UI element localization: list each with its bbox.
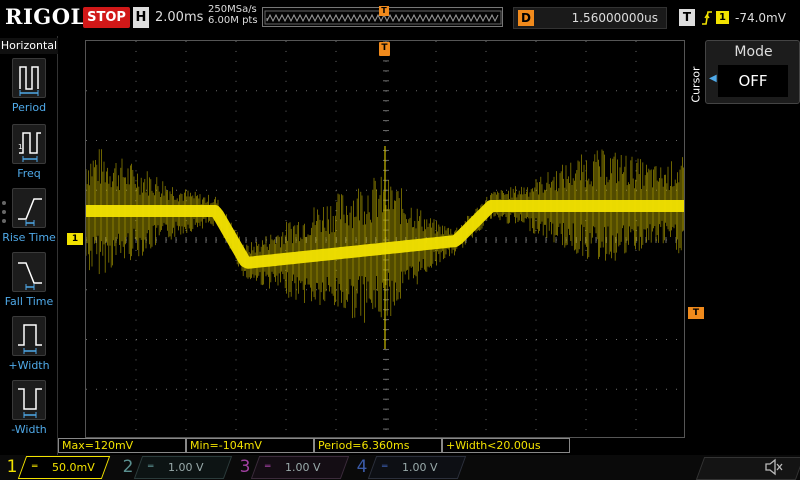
trigger-level-marker[interactable]: T (688, 307, 704, 319)
measurement-pos-width: +Width<20.00us (442, 438, 570, 453)
dc-coupling-icon: ═ (148, 462, 154, 472)
measurement-min: Min=-104mV (186, 438, 314, 453)
rise-time-icon (12, 188, 46, 228)
dc-coupling-icon: ═ (265, 462, 271, 472)
memory-depth: 6.00M pts (208, 15, 258, 26)
delay-prefix: D (518, 10, 534, 26)
trigger-level-value: -74.0mV (735, 11, 786, 25)
measure-freq-label: Freq (17, 167, 41, 180)
channel-3-scale: 1.00 V (285, 461, 321, 474)
cursor-menu-title: Cursor (690, 38, 704, 138)
measure-neg-width-button[interactable]: -Width (0, 380, 58, 444)
menu-title: Horizontal (0, 38, 58, 54)
channel-2-status[interactable]: 2 ═ 1.00 V (116, 455, 233, 480)
sample-rate: 250MSa/s (208, 4, 257, 15)
rising-edge-icon (701, 9, 713, 27)
dc-coupling-icon: ═ (382, 462, 388, 472)
delay-value: 1.56000000us (571, 11, 658, 25)
channel-4-scale: 1.00 V (402, 461, 438, 474)
speaker-mute-icon[interactable] (764, 456, 784, 478)
waveform-display[interactable] (85, 40, 685, 438)
measure-period-button[interactable]: Period (0, 58, 58, 122)
channel-1-status[interactable]: 1 ═ 50.0mV (0, 455, 112, 480)
channel-4-status[interactable]: 4 ═ 1.00 V (350, 455, 467, 480)
ch1-offset-marker[interactable]: 1 (67, 233, 83, 245)
dc-coupling-icon: ═ (32, 462, 38, 472)
measurement-results-bar: Max=120mV Min=-104mV Period=6.360ms +Wid… (58, 438, 800, 454)
measure-period-label: Period (11, 101, 47, 114)
measure-rise-time-label: Rise Time (2, 231, 56, 244)
neg-width-icon (12, 380, 46, 420)
utility-status-area (695, 457, 800, 480)
measure-fall-time-label: Fall Time (4, 295, 54, 308)
measurement-period: Period=6.360ms (314, 438, 442, 453)
measure-pos-width-button[interactable]: +Width (0, 316, 58, 380)
cursor-menu-title-text: Cursor (689, 66, 703, 103)
cursor-mode-label: Mode (734, 44, 773, 60)
measure-freq-button[interactable]: 1 Freq (0, 124, 58, 188)
measure-menu: Horizontal Period 1 Freq Rise Time Fall … (0, 36, 58, 456)
run-stop-button[interactable]: STOP (83, 7, 130, 28)
trigger-position-indicator: T (379, 6, 389, 16)
cursor-mode-button[interactable]: Mode ◀ OFF (705, 40, 800, 104)
fall-time-icon (12, 252, 46, 292)
measure-neg-width-label: -Width (11, 423, 47, 436)
svg-text:1: 1 (18, 143, 22, 151)
select-arrow-icon: ◀ (709, 73, 717, 84)
trigger-prefix: T (679, 9, 695, 26)
brand-logo: RIGOL (5, 4, 86, 29)
channel-3-status[interactable]: 3 ═ 1.00 V (233, 455, 350, 480)
timebase-value: 2.00ms (155, 10, 204, 25)
channel-1-scale: 50.0mV (52, 461, 95, 474)
period-icon (12, 58, 46, 98)
freq-icon: 1 (12, 124, 46, 164)
measure-pos-width-label: +Width (8, 359, 50, 372)
trigger-position-marker[interactable]: T (379, 42, 390, 56)
horizontal-delay-display[interactable]: D 1.56000000us (513, 7, 667, 29)
measure-rise-time-button[interactable]: Rise Time (0, 188, 58, 252)
pos-width-icon (12, 316, 46, 356)
trigger-source-badge: 1 (716, 11, 729, 24)
memory-overview-bar: T (262, 6, 503, 27)
channel-status-bar: 1 ═ 50.0mV 2 ═ 1.00 V 3 ═ 1.00 V 4 ═ 1.0… (0, 455, 800, 480)
trigger-status-display[interactable]: T 1 -74.0mV (677, 7, 797, 29)
measure-fall-time-button[interactable]: Fall Time (0, 252, 58, 316)
cursor-mode-value: OFF (718, 65, 788, 97)
cursor-menu: Cursor Mode ◀ OFF (690, 38, 800, 138)
channel-2-scale: 1.00 V (168, 461, 204, 474)
timebase-display[interactable]: H 2.00ms (133, 7, 203, 28)
top-status-bar: RIGOL STOP H 2.00ms 250MSa/s 6.00M pts T… (0, 0, 800, 36)
measurement-max: Max=120mV (58, 438, 186, 453)
timebase-prefix: H (133, 7, 149, 28)
